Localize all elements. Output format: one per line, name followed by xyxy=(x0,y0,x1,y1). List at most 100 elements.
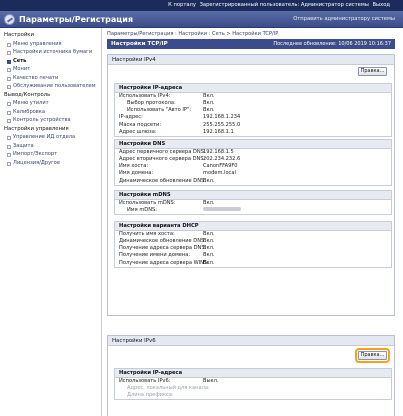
section-title: Настройки IP-адреса xyxy=(115,84,391,93)
section-title: Настройки IP-адреса xyxy=(115,369,391,378)
sidebar-group-title: Вывод/Контроль xyxy=(4,91,51,98)
setting-value: Вкл. xyxy=(203,92,215,99)
setting-label: Использовать IPv6: xyxy=(119,377,171,384)
setting-value: Вкл. xyxy=(203,230,215,237)
setting-row: Получение адреса сервера WINS: Вкл. xyxy=(115,260,391,267)
ipv4-ip-section: Настройки IP-адреса Использовать IPv4: Вкл… xyxy=(114,83,392,138)
setting-label: Динамическое обновление DNS: xyxy=(119,177,206,184)
app-title: Параметры/Регистрация xyxy=(19,15,133,24)
setting-row: Длина префикса: xyxy=(115,392,391,399)
setting-value: Вкл. xyxy=(203,99,215,106)
setting-value: CanonFFA9F0 xyxy=(203,163,238,170)
setting-label: Адрес вторичного сервера DNS: xyxy=(119,155,206,162)
sidebar: Настройки Меню управления Настройки источн… xyxy=(0,28,102,416)
ipv4-dhcp-section: Настройки варианта DHCP Получить имя хост… xyxy=(114,221,392,268)
setting-row: Имя домена: modem.local xyxy=(115,170,391,177)
sidebar-group-title: Настройки xyxy=(4,32,34,38)
setting-label: Адрес, локальный для канала: xyxy=(127,384,210,391)
ipv4-dns-section: Настройки DNS Адрес первичного сервера DN… xyxy=(114,139,392,186)
setting-value: 192.168.1.234 xyxy=(203,114,241,121)
section-title: Настройки варианта DHCP xyxy=(115,222,391,231)
setting-row: Адрес шлюза: 192.168.1.1 xyxy=(115,129,391,136)
ipv4-panel-title: Настройки IPv4 xyxy=(108,55,394,65)
ipv4-panel: Настройки IPv4 Правка... Настройки IP-ад… xyxy=(107,54,395,316)
setting-label: Длина префикса: xyxy=(127,392,174,399)
setting-label: Имя mDNS: xyxy=(127,206,157,213)
top-bar: К порталу Зарегистрированный пользовател… xyxy=(0,0,403,11)
section-title: Настройки DNS xyxy=(115,140,391,149)
setting-row: Использовать IPv4: Вкл. xyxy=(115,93,391,100)
breadcrumb[interactable]: Параметры/Регистрация : Настройки : Сеть… xyxy=(107,31,278,37)
app-header: Параметры/Регистрация Отправить админист… xyxy=(0,11,403,28)
last-updated: Последнее обновление: 10/06 2019 10:16:3… xyxy=(273,41,391,47)
setting-value: 202.234.232.6 xyxy=(203,155,241,162)
setting-value: 192.168.1.5 xyxy=(203,148,234,155)
sidebar-item[interactable]: Качество печати xyxy=(0,74,101,83)
setting-label: Получение имени домена: xyxy=(119,252,191,259)
setting-label: IP-адрес: xyxy=(119,114,143,121)
ipv4-edit-button[interactable]: Правка... xyxy=(358,67,387,76)
setting-label: Получение адреса сервера WINS: xyxy=(119,259,209,266)
redacted-value xyxy=(203,207,241,212)
portal-link[interactable]: К порталу xyxy=(167,2,197,8)
ipv6-panel-title: Настройки IPv6 xyxy=(108,336,394,346)
sidebar-item[interactable]: Контроль устройства xyxy=(0,116,101,125)
setting-row: IP-адрес: 192.168.1.234 xyxy=(115,114,391,121)
setting-label: Получение адреса сервера DNS: xyxy=(119,245,207,252)
sidebar-item[interactable]: Меню управления xyxy=(0,40,101,49)
setting-value: Вкл. xyxy=(203,252,215,259)
ipv6-panel: Настройки IPv6 Правка... Настройки IP-ад… xyxy=(107,335,395,416)
setting-row: Имя mDNS: xyxy=(115,207,391,214)
app-logo-icon xyxy=(4,14,15,25)
setting-label: Использовать "Авто IP": xyxy=(127,107,192,114)
sidebar-item[interactable]: Меню утилит xyxy=(0,99,101,108)
user-info: Зарегистрированный пользователь: Админис… xyxy=(199,2,369,8)
logout-link[interactable]: Выход xyxy=(372,2,392,8)
setting-value: Вкл. xyxy=(203,237,215,244)
setting-row: Маска подсети: 255.255.255.0 xyxy=(115,122,391,129)
setting-label: Использовать IPv4: xyxy=(119,92,171,99)
sidebar-item[interactable]: Управление ИД отдела xyxy=(0,133,101,142)
sidebar-item[interactable]: Монит xyxy=(0,65,101,74)
setting-value: Вкл. xyxy=(203,177,215,184)
setting-row: Динамическое обновление DNS: Вкл. xyxy=(115,238,391,245)
setting-row: Адрес, локальный для канала: xyxy=(115,385,391,392)
setting-label: Динамическое обновление DNS: xyxy=(119,237,206,244)
sidebar-item[interactable]: Лицензия/Другое xyxy=(0,159,101,168)
setting-row: Использовать "Авто IP": Вкл. xyxy=(115,107,391,114)
page-title: Настройки TCP/IP xyxy=(111,41,168,47)
sidebar-item[interactable]: Обслуживание пользователем xyxy=(0,82,101,91)
setting-row: Динамическое обновление DNS: Вкл. xyxy=(115,178,391,185)
sidebar-item[interactable]: Настройки источника бумаги xyxy=(0,48,101,57)
setting-value: modem.local xyxy=(203,170,236,177)
setting-value: Выкл. xyxy=(203,377,219,384)
setting-value: Вкл. xyxy=(203,245,215,252)
setting-value: 255.255.255.0 xyxy=(203,121,241,128)
setting-value xyxy=(203,207,241,214)
setting-value: Вкл. xyxy=(203,199,215,206)
setting-label: Имя хоста: xyxy=(119,163,149,170)
setting-row: Адрес вторичного сервера DNS: 202.234.232… xyxy=(115,156,391,163)
setting-row: Получить имя хоста: Вкл. xyxy=(115,231,391,238)
setting-row: Использовать mDNS: Вкл. xyxy=(115,200,391,207)
setting-label: Имя домена: xyxy=(119,170,154,177)
setting-row: Получение имени домена: Вкл. xyxy=(115,252,391,259)
sidebar-item[interactable]: Калибровка xyxy=(0,108,101,117)
page-header: Настройки TCP/IP Последнее обновление: 1… xyxy=(107,39,395,49)
ipv6-edit-button[interactable]: Правка... xyxy=(355,348,390,363)
ipv6-ip-section: Настройки IP-адреса Использовать IPv6: Вык… xyxy=(114,368,392,401)
sidebar-item[interactable]: Сеть xyxy=(0,57,101,66)
setting-label: Адрес шлюза: xyxy=(119,128,157,135)
setting-value: Вкл. xyxy=(203,107,215,114)
setting-value: 192.168.1.1 xyxy=(203,128,234,135)
setting-label: Маска подсети: xyxy=(119,121,162,128)
ipv4-mdns-section: Настройки mDNS Использовать mDNS: Вкл. Имя … xyxy=(114,190,392,216)
setting-label: Выбор протокола: xyxy=(127,99,176,106)
sidebar-group-title: Настройки управления xyxy=(4,125,69,132)
setting-label: Получить имя хоста: xyxy=(119,230,175,237)
section-title: Настройки mDNS xyxy=(115,191,391,200)
send-to-admin-link[interactable]: Отправить администратору системы xyxy=(293,14,395,25)
setting-row: Имя хоста: CanonFFA9F0 xyxy=(115,163,391,170)
sidebar-item[interactable]: Защита xyxy=(0,142,101,151)
sidebar-item[interactable]: Импорт/Экспорт xyxy=(0,150,101,159)
